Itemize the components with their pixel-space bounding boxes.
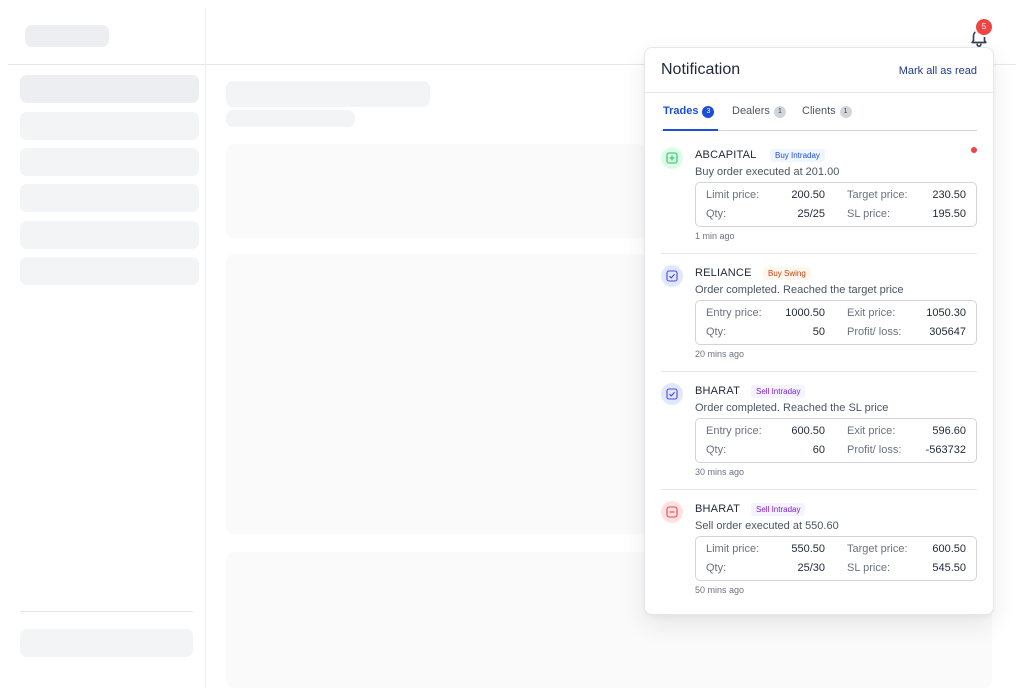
- sidebar-item-placeholder[interactable]: [20, 184, 199, 212]
- trade-type-badge: Buy Swing: [763, 267, 811, 280]
- tab-label: Dealers: [732, 105, 770, 117]
- notification-item[interactable]: BHARAT Sell Intraday Sell order executed…: [661, 501, 977, 619]
- page-title-placeholder: [226, 81, 430, 107]
- stock-symbol: RELIANCE: [695, 267, 752, 279]
- item-divider: [661, 253, 977, 254]
- mark-all-read-button[interactable]: Mark all as read: [899, 65, 977, 77]
- tab-label: Trades: [663, 105, 699, 117]
- notification-message: Order completed. Reached the target pric…: [695, 284, 904, 296]
- detail-value: 25/25: [797, 208, 825, 220]
- tab-trades[interactable]: Trades 3: [663, 102, 718, 131]
- minus-square-icon: [661, 501, 683, 523]
- notification-tabs: Trades 3 Dealers 1 Clients 1: [661, 102, 977, 131]
- trade-details: Limit price: 200.50 Target price: 230.50…: [695, 182, 977, 227]
- notification-message: Order completed. Reached the SL price: [695, 402, 889, 414]
- detail-value: 596.60: [932, 425, 966, 437]
- detail-label: SL price:: [847, 208, 891, 220]
- tab-count-badge: 3: [702, 106, 715, 118]
- detail-value: 230.50: [932, 189, 966, 201]
- trade-type-badge: Sell Intraday: [751, 385, 806, 398]
- notification-message: Buy order executed at 201.00: [695, 166, 840, 178]
- detail-label: Target price:: [847, 543, 908, 555]
- sidebar-item-placeholder[interactable]: [20, 148, 199, 176]
- detail-value: 545.50: [932, 562, 966, 574]
- notification-time: 50 mins ago: [695, 585, 745, 595]
- detail-label: SL price:: [847, 562, 891, 574]
- notification-item[interactable]: ABCAPITAL Buy Intraday Buy order execute…: [661, 147, 977, 265]
- detail-label: Qty:: [706, 444, 727, 456]
- detail-label: Qty:: [706, 562, 727, 574]
- page-subtitle-placeholder: [226, 110, 355, 127]
- check-square-icon: [661, 265, 683, 287]
- trade-details: Entry price: 600.50 Exit price: 596.60 Q…: [695, 418, 977, 463]
- detail-label: Profit/ loss:: [847, 326, 902, 338]
- content-card-placeholder: [226, 144, 646, 238]
- panel-header: Notification Mark all as read: [645, 48, 993, 93]
- detail-label: Entry price:: [706, 425, 762, 437]
- detail-label: Profit/ loss:: [847, 444, 902, 456]
- detail-value: 600.50: [791, 425, 825, 437]
- sidebar: [8, 8, 206, 688]
- detail-value: -563732: [925, 444, 966, 456]
- detail-label: Limit price:: [706, 189, 760, 201]
- notification-time: 1 min ago: [695, 231, 735, 241]
- content-card-placeholder: [226, 254, 646, 534]
- detail-label: Exit price:: [847, 425, 896, 437]
- trade-details: Entry price: 1000.50 Exit price: 1050.30…: [695, 300, 977, 345]
- detail-label: Qty:: [706, 326, 727, 338]
- tab-dealers[interactable]: Dealers 1: [732, 102, 788, 130]
- tab-label: Clients: [802, 105, 836, 117]
- trade-details: Limit price: 550.50 Target price: 600.50…: [695, 536, 977, 581]
- trade-type-badge: Sell Intraday: [751, 503, 806, 516]
- notification-item[interactable]: BHARAT Sell Intraday Order completed. Re…: [661, 383, 977, 501]
- stock-symbol: ABCAPITAL: [695, 149, 757, 161]
- tab-clients[interactable]: Clients 1: [802, 102, 856, 130]
- detail-label: Qty:: [706, 208, 727, 220]
- tab-count-badge: 1: [839, 106, 852, 118]
- stock-symbol: BHARAT: [695, 385, 741, 397]
- check-square-icon: [661, 383, 683, 405]
- sidebar-divider: [20, 611, 193, 612]
- notification-time: 30 mins ago: [695, 467, 745, 477]
- detail-label: Exit price:: [847, 307, 896, 319]
- detail-value: 25/30: [797, 562, 825, 574]
- notification-panel: Notification Mark all as read Trades 3 De…: [644, 47, 994, 615]
- notification-item[interactable]: RELIANCE Buy Swing Order completed. Reac…: [661, 265, 977, 383]
- sidebar-item-placeholder[interactable]: [20, 75, 199, 103]
- notification-count-badge: 5: [976, 19, 992, 35]
- detail-label: Limit price:: [706, 543, 760, 555]
- unread-indicator: [971, 147, 977, 153]
- stock-symbol: BHARAT: [695, 503, 741, 515]
- detail-value: 60: [812, 444, 825, 456]
- detail-value: 1000.50: [785, 307, 825, 319]
- detail-label: Target price:: [847, 189, 908, 201]
- detail-value: 305647: [929, 326, 966, 338]
- trade-type-badge: Buy Intraday: [770, 149, 825, 162]
- item-divider: [661, 371, 977, 372]
- detail-value: 600.50: [932, 543, 966, 555]
- panel-title: Notification: [661, 61, 741, 78]
- logo-placeholder: [25, 25, 109, 47]
- detail-value: 50: [812, 326, 825, 338]
- detail-value: 550.50: [791, 543, 825, 555]
- tab-count-badge: 1: [773, 106, 786, 118]
- detail-label: Entry price:: [706, 307, 762, 319]
- plus-square-icon: [661, 147, 683, 169]
- sidebar-item-placeholder[interactable]: [20, 257, 199, 285]
- sidebar-item-placeholder[interactable]: [20, 112, 199, 140]
- item-divider: [661, 489, 977, 490]
- sidebar-footer-placeholder[interactable]: [20, 629, 193, 657]
- detail-value: 1050.30: [926, 307, 966, 319]
- notification-message: Sell order executed at 550.60: [695, 520, 839, 532]
- sidebar-item-placeholder[interactable]: [20, 221, 199, 249]
- detail-value: 195.50: [932, 208, 966, 220]
- notification-time: 20 mins ago: [695, 349, 745, 359]
- detail-value: 200.50: [791, 189, 825, 201]
